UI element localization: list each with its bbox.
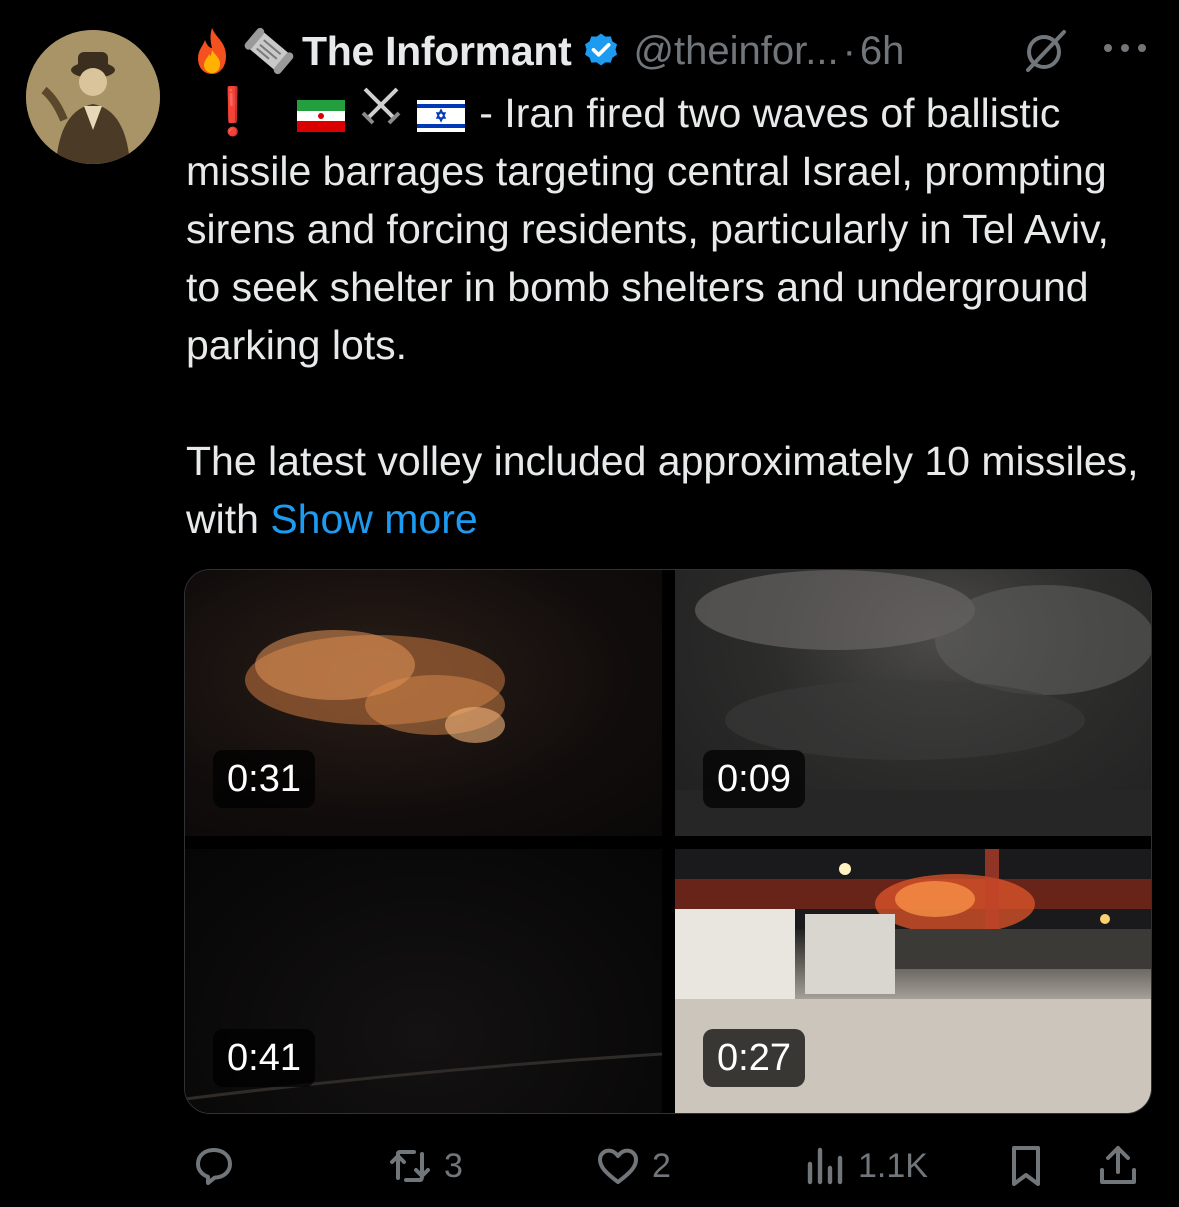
views-chart-icon (807, 1147, 843, 1185)
share-button[interactable] (1094, 1136, 1142, 1196)
show-more-link[interactable]: Show more (270, 496, 477, 542)
iran-flag-icon (297, 100, 346, 133)
retweet-icon (390, 1150, 430, 1182)
views-count: 1.1K (858, 1146, 928, 1185)
verified-badge-icon[interactable] (581, 31, 621, 71)
like-button[interactable]: 2 (594, 1136, 671, 1196)
like-count: 2 (652, 1146, 671, 1185)
video-thumbnail-2[interactable]: 0:09 (675, 570, 1151, 836)
timestamp[interactable]: 6h (860, 29, 905, 74)
grok-icon[interactable] (1020, 26, 1070, 76)
video-thumbnail-4[interactable]: 0:27 (675, 849, 1151, 1113)
tweet-header: The Informant @theinfor... · 6h (190, 24, 904, 78)
tweet-body: ❗ - Iran fired two waves of ballistic mi… (186, 82, 1146, 548)
retweet-count: 3 (444, 1146, 463, 1185)
heart-icon (598, 1148, 638, 1184)
views-button[interactable]: 1.1K (800, 1136, 928, 1196)
video-thumbnail-1[interactable]: 0:31 (185, 570, 662, 836)
media-grid: 0:31 0:09 0:41 0:27 (184, 569, 1152, 1114)
video-duration-badge: 0:27 (703, 1029, 805, 1087)
video-duration-badge: 0:09 (703, 750, 805, 808)
bookmark-button[interactable] (1002, 1136, 1050, 1196)
israel-flag-icon (417, 100, 466, 133)
bookmark-icon (1012, 1146, 1040, 1186)
video-thumbnail-3[interactable]: 0:41 (185, 849, 662, 1113)
video-duration-badge: 0:41 (213, 1029, 315, 1087)
reply-icon (196, 1148, 232, 1185)
user-handle[interactable]: @theinfor... (633, 29, 838, 74)
separator-dot: · (842, 28, 856, 73)
crossed-swords-icon (361, 87, 401, 125)
scroll-icon (244, 27, 294, 75)
more-options-icon[interactable] (1100, 38, 1150, 58)
video-duration-badge: 0:31 (213, 750, 315, 808)
tweet-action-bar: 3 2 1.1K (186, 1136, 1146, 1196)
share-icon (1100, 1146, 1136, 1184)
fire-icon (198, 28, 226, 74)
retweet-button[interactable]: 3 (386, 1136, 463, 1196)
exclamation-icon: ❗ (204, 85, 262, 137)
avatar[interactable] (26, 30, 160, 164)
display-name[interactable]: The Informant (302, 28, 572, 75)
reply-button[interactable] (190, 1136, 248, 1196)
